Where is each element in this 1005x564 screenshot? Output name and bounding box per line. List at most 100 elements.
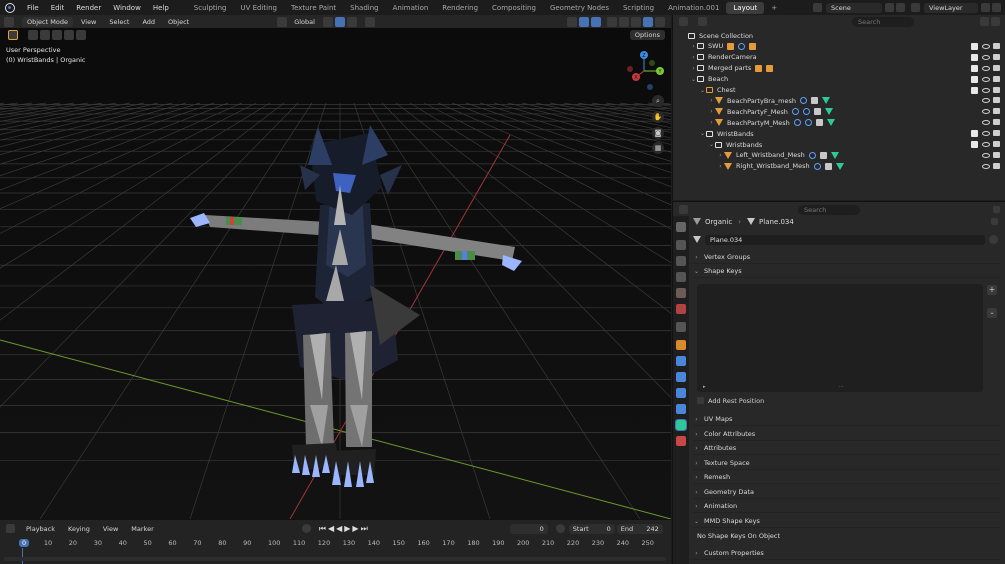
camera-view-icon[interactable]: ◙ <box>652 127 664 139</box>
outliner-row[interactable]: ⌄ Chest <box>673 85 1005 96</box>
overlay-toggle-icon[interactable] <box>591 16 601 27</box>
display-mode-icon[interactable] <box>698 17 707 26</box>
list-resize-handle[interactable]: ⋯ <box>839 384 844 390</box>
tab-scripting[interactable]: Scripting <box>616 2 661 14</box>
shading-solid-icon[interactable] <box>631 16 641 27</box>
scene-selector[interactable]: Scene <box>826 2 882 13</box>
add-workspace-button[interactable]: + <box>764 2 784 14</box>
mesh-data-icon[interactable] <box>835 162 844 170</box>
object-data-icon[interactable] <box>755 64 763 72</box>
outliner-row[interactable]: › Merged parts <box>673 63 1005 74</box>
visibility-eye-icon[interactable] <box>982 65 990 71</box>
render-camera-icon[interactable] <box>993 108 1000 115</box>
menu-file[interactable]: File <box>21 4 45 12</box>
disclosure-triangle-icon[interactable]: › <box>717 152 724 159</box>
panel-geometry-data[interactable]: › Geometry Data <box>693 486 1000 499</box>
panel-mmd-shape-keys[interactable]: ⌄ MMD Shape Keys <box>693 515 1000 528</box>
select-mode-intersect-icon[interactable] <box>76 30 86 40</box>
transform-orientation[interactable]: Global <box>289 17 320 27</box>
tab-shading[interactable]: Shading <box>343 2 385 14</box>
pan-hand-icon[interactable]: ✋ <box>652 111 664 123</box>
visibility-eye-icon[interactable] <box>982 87 990 93</box>
exclude-checkbox[interactable] <box>971 64 978 72</box>
render-camera-icon[interactable] <box>993 162 1000 169</box>
menu-object[interactable]: Object <box>163 17 194 27</box>
navigation-gizmo[interactable]: Y Z X <box>622 49 668 95</box>
view-layer-icon[interactable] <box>911 3 920 12</box>
list-filter-toggle-icon[interactable]: ▸ <box>703 384 706 390</box>
exclude-checkbox[interactable] <box>971 86 978 94</box>
disclosure-triangle-icon[interactable]: › <box>690 43 697 50</box>
editor-type-icon[interactable] <box>4 16 14 27</box>
panel-vertex-groups[interactable]: › Vertex Groups <box>693 251 1000 264</box>
modifier-icon[interactable] <box>793 119 801 127</box>
outliner-row[interactable]: ⌄ Beach <box>673 74 1005 85</box>
material-icon[interactable] <box>813 108 821 116</box>
pin-icon[interactable] <box>991 218 998 225</box>
shape-key-specials-button[interactable]: ⌄ <box>987 308 997 318</box>
render-camera-icon[interactable] <box>993 151 1000 158</box>
menu-edit[interactable]: Edit <box>45 4 71 12</box>
world-tab-icon[interactable] <box>676 304 686 314</box>
outliner-row[interactable]: › BeachPartyM_Mesh <box>673 117 1005 128</box>
exclude-checkbox[interactable] <box>971 141 978 148</box>
outliner-row[interactable]: › SWU <box>673 41 1005 52</box>
output-tab-icon[interactable] <box>676 256 686 266</box>
modifier-icon[interactable] <box>804 119 812 127</box>
shape-keys-list[interactable]: ▸ ⋯ <box>697 284 983 392</box>
render-camera-icon[interactable] <box>993 97 1000 104</box>
modifier-icon[interactable] <box>808 151 816 159</box>
3d-viewport[interactable]: Object Mode View Select Add Object Globa… <box>0 15 671 519</box>
render-camera-icon[interactable] <box>993 86 1000 93</box>
render-camera-icon[interactable] <box>993 141 1000 147</box>
panel-texture-space[interactable]: › Texture Space <box>693 457 1000 470</box>
data-block-browse-icon[interactable] <box>693 236 701 243</box>
tab-rendering[interactable]: Rendering <box>435 2 485 14</box>
render-camera-icon[interactable] <box>993 42 1000 49</box>
visibility-eye-icon[interactable] <box>982 163 990 169</box>
modifier-icon[interactable] <box>738 42 746 50</box>
disclosure-triangle-icon[interactable]: › <box>690 54 697 61</box>
modifier-icon[interactable] <box>813 162 821 170</box>
mesh-data-icon[interactable] <box>830 151 839 159</box>
blender-logo-icon[interactable] <box>5 2 15 13</box>
outliner-row[interactable]: ⌄ Wristbands <box>673 139 1005 150</box>
scene-icon[interactable] <box>813 3 822 12</box>
timeline-scrollbar[interactable] <box>4 557 666 561</box>
object-data-icon[interactable] <box>749 42 757 50</box>
modifier-icon[interactable] <box>791 108 799 116</box>
snap-target-icon[interactable] <box>346 16 357 27</box>
render-camera-icon[interactable] <box>993 64 1000 71</box>
shading-rendered-icon[interactable] <box>655 16 665 27</box>
exclude-checkbox[interactable] <box>971 75 978 83</box>
tool-tab-icon[interactable] <box>676 222 686 232</box>
playhead[interactable] <box>22 548 23 564</box>
constraints-tab-icon[interactable] <box>676 404 686 414</box>
options-button[interactable]: Options <box>629 30 665 40</box>
new-collection-icon[interactable] <box>991 17 1000 26</box>
menu-render[interactable]: Render <box>70 4 107 12</box>
select-mode-new-icon[interactable] <box>28 30 38 40</box>
disclosure-triangle-icon[interactable]: › <box>708 97 715 104</box>
menu-add[interactable]: Add <box>137 17 160 27</box>
exclude-checkbox[interactable] <box>971 42 978 50</box>
outliner-editor-type-icon[interactable] <box>679 17 688 26</box>
snap-icon[interactable] <box>334 16 345 27</box>
panel-animation[interactable]: › Animation <box>693 500 1000 513</box>
menu-help[interactable]: Help <box>147 4 175 12</box>
object-data-icon[interactable] <box>766 64 774 72</box>
outliner-row[interactable]: Scene Collection <box>673 30 1005 41</box>
disclosure-triangle-icon[interactable]: › <box>708 108 715 115</box>
mode-selector[interactable]: Object Mode <box>22 16 73 27</box>
material-icon[interactable] <box>815 119 823 127</box>
menu-select[interactable]: Select <box>104 17 134 27</box>
material-icon[interactable] <box>811 97 819 105</box>
tab-layout[interactable]: Layout <box>726 1 765 14</box>
outliner-search-input[interactable]: Search <box>852 16 914 27</box>
disclosure-triangle-icon[interactable]: ⌄ <box>708 141 715 148</box>
tab-uv-editing[interactable]: UV Editing <box>233 2 284 14</box>
outliner-row[interactable]: › Left_Wristband_Mesh <box>673 150 1005 161</box>
physics-tab-icon[interactable] <box>676 388 686 398</box>
material-tab-icon[interactable] <box>676 436 686 446</box>
material-icon[interactable] <box>819 151 827 159</box>
